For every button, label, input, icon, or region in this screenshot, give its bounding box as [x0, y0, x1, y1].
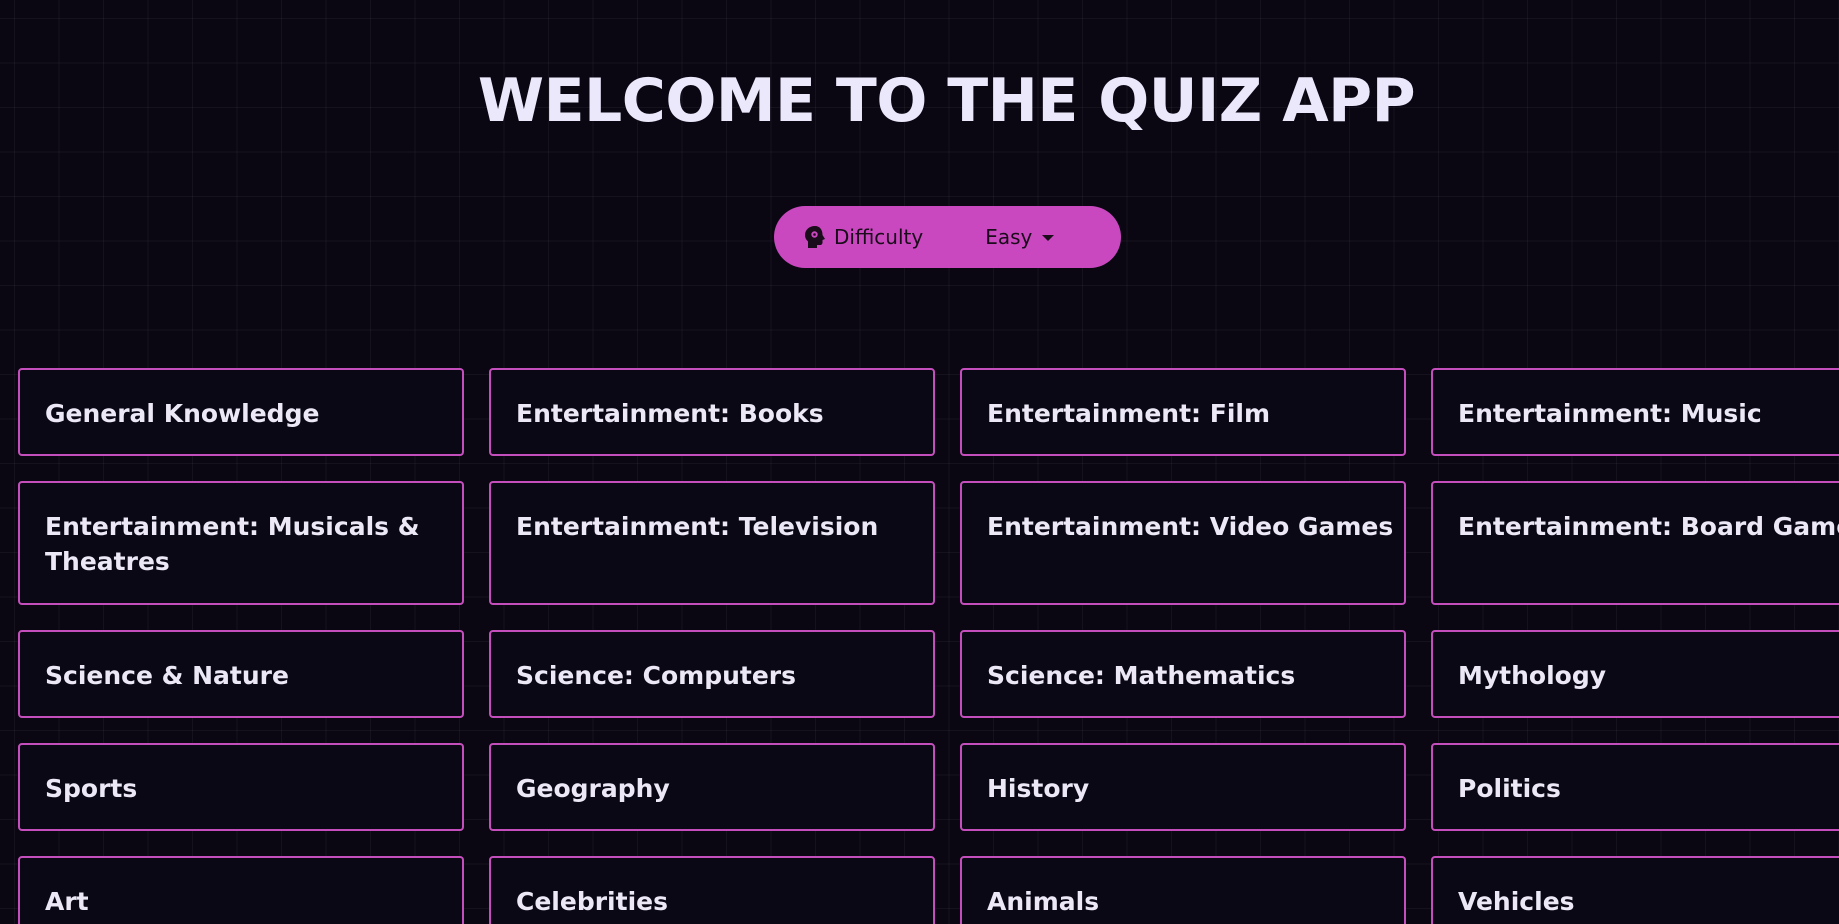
category-card[interactable]: Sports: [18, 743, 464, 831]
category-card[interactable]: Mythology: [1431, 630, 1839, 718]
page-title: WELCOME TO THE QUIZ APP: [477, 66, 1416, 136]
category-card[interactable]: History: [960, 743, 1406, 831]
category-card[interactable]: Entertainment: Books: [489, 368, 935, 456]
chevron-down-icon[interactable]: [1042, 235, 1055, 241]
brain-icon: [805, 226, 825, 248]
category-card[interactable]: Science & Nature: [18, 630, 464, 718]
category-card[interactable]: Entertainment: Film: [960, 368, 1406, 456]
difficulty-dropdown[interactable]: Easy: [985, 225, 1055, 249]
category-card[interactable]: Celebrities: [489, 856, 935, 924]
difficulty-label: Difficulty: [834, 225, 924, 249]
category-card[interactable]: Politics: [1431, 743, 1839, 831]
difficulty-selected-value[interactable]: Easy: [985, 225, 1032, 249]
category-card[interactable]: Vehicles: [1431, 856, 1839, 924]
difficulty-selector[interactable]: Difficulty Easy: [774, 206, 1121, 268]
category-card[interactable]: Science: Mathematics: [960, 630, 1406, 718]
category-card[interactable]: Entertainment: Board Games: [1431, 481, 1839, 605]
category-card[interactable]: Science: Computers: [489, 630, 935, 718]
category-card[interactable]: Entertainment: Musicals & Theatres: [18, 481, 464, 605]
category-card[interactable]: Art: [18, 856, 464, 924]
category-card[interactable]: General Knowledge: [18, 368, 464, 456]
category-card[interactable]: Geography: [489, 743, 935, 831]
category-card[interactable]: Entertainment: Music: [1431, 368, 1839, 456]
category-card[interactable]: Entertainment: Television: [489, 481, 935, 605]
category-card[interactable]: Entertainment: Video Games: [960, 481, 1406, 605]
category-card[interactable]: Animals: [960, 856, 1406, 924]
category-grid: General Knowledge Entertainment: Books E…: [18, 368, 1839, 924]
